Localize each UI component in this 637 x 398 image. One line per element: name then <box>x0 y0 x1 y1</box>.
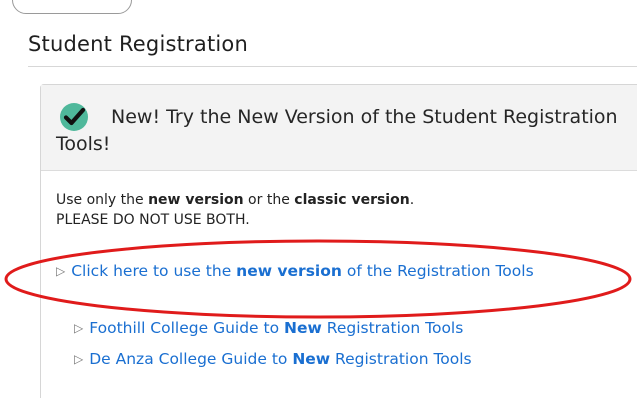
deanza-link-prefix: De Anza College Guide to <box>89 350 293 368</box>
new-version-link-bold: new version <box>236 262 342 280</box>
intro-bold-new: new version <box>148 192 244 208</box>
triangle-right-icon: ▷ <box>74 352 84 366</box>
new-version-link-prefix: Click here to use the <box>71 262 237 280</box>
new-version-link-item: ▷ Click here to use the new version of th… <box>56 260 616 283</box>
foothill-guide-link[interactable]: Foothill College Guide to New Registrati… <box>89 319 463 337</box>
intro-part3: . <box>409 192 415 208</box>
card-header: New! Try the New Version of the Student … <box>41 85 637 171</box>
intro-bold-classic: classic version <box>294 192 410 208</box>
new-version-link-suffix: of the Registration Tools <box>341 262 534 280</box>
deanza-link-suffix: Registration Tools <box>330 350 472 368</box>
page-title: Student Registration <box>28 32 248 56</box>
deanza-guide-item: ▷ De Anza College Guide to New Registrati… <box>74 348 472 371</box>
triangle-right-icon: ▷ <box>74 321 84 335</box>
foothill-guide-item: ▷ Foothill College Guide to New Registrat… <box>74 317 463 340</box>
top-pill-button[interactable] <box>12 0 132 14</box>
intro-text: Use only the new version or the classic … <box>56 190 636 230</box>
title-divider <box>28 66 637 67</box>
intro-part1: Use only the <box>56 192 149 208</box>
registration-card: New! Try the New Version of the Student … <box>40 84 637 398</box>
foothill-link-suffix: Registration Tools <box>321 319 464 337</box>
new-version-link[interactable]: Click here to use the new version of the… <box>71 262 533 280</box>
page: Student Registration New! Try the New Ve… <box>0 0 637 398</box>
foothill-link-bold: New <box>284 319 322 337</box>
intro-part2: or the <box>243 192 295 208</box>
deanza-link-bold: New <box>292 350 331 368</box>
card-body: Use only the new version or the classic … <box>56 190 636 368</box>
intro-warning: PLEASE DO NOT USE BOTH. <box>56 212 250 228</box>
foothill-link-prefix: Foothill College Guide to <box>89 319 284 337</box>
deanza-guide-link[interactable]: De Anza College Guide to New Registratio… <box>89 350 471 368</box>
triangle-right-icon: ▷ <box>56 264 66 278</box>
card-heading: New! Try the New Version of the Student … <box>56 106 618 155</box>
